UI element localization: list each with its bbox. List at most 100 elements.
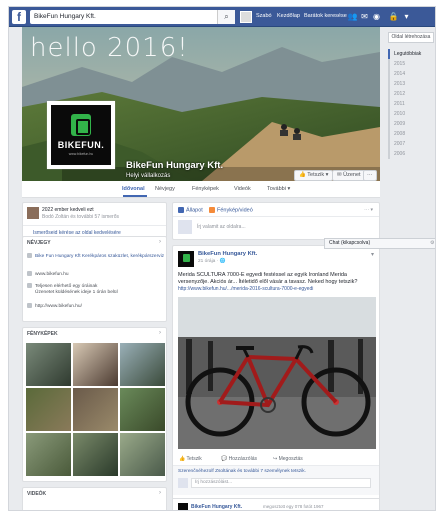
pencil-icon	[178, 207, 184, 213]
photo-thumbnail[interactable]	[120, 343, 165, 386]
post-author-avatar[interactable]	[178, 251, 194, 267]
post-footer: Szerenčnéhezolf Zsoltának és további 7 s…	[173, 465, 379, 495]
share-action[interactable]: ↪ Megosztás	[273, 456, 303, 462]
home-link[interactable]: Kezdőlap	[277, 13, 300, 19]
comment-input[interactable]: Írj hozzászólást...	[191, 478, 371, 488]
year-item[interactable]: 2006	[390, 149, 434, 159]
message-button[interactable]: ✉ Üzenet	[332, 170, 366, 181]
tab-timeline[interactable]: Idővonal	[122, 186, 145, 192]
year-item[interactable]: 2008	[390, 129, 434, 139]
top-navigation-bar: f BikeFun Hungary Kft. ⌕ Szabó Kezdőlap …	[9, 7, 435, 27]
year-item[interactable]: 2013	[390, 79, 434, 89]
likes-friends[interactable]: Bodó Zoltán és további 57 ismerős	[42, 214, 119, 220]
next-post-author[interactable]: BikeFun Hungary Kft.	[191, 504, 242, 510]
like-label: Tetszik	[307, 172, 325, 178]
photos-title: FÉNYKÉPEK	[27, 331, 58, 337]
tab-more-label: További	[267, 186, 286, 192]
info-icon	[27, 253, 32, 258]
chat-bar[interactable]: Chat (kikapcsolva) ⚙ ⊟	[324, 238, 435, 249]
photos-card: FÉNYKÉPEK ›	[22, 327, 167, 482]
chat-settings-icon[interactable]: ⚙ ⊟	[430, 239, 435, 248]
next-post-meta: megosztott egy 078 fotót 1967	[263, 504, 324, 509]
likes-summary[interactable]: Szerenčnéhezolf Zsoltának és további 7 s…	[178, 469, 306, 474]
comment-action[interactable]: 💬 Hozzászólás	[221, 456, 257, 462]
profile-link[interactable]: Szabó	[256, 13, 272, 19]
cover-headline: hello 2016!	[30, 33, 189, 63]
message-label: Üzenet	[343, 172, 361, 178]
options-icon[interactable]: ⋯ ▾	[364, 207, 373, 213]
tab-photos[interactable]: Fényképek	[192, 186, 219, 192]
photo-thumbnail[interactable]	[26, 388, 71, 431]
friend-requests-icon[interactable]: 👥	[347, 11, 358, 22]
year-item[interactable]: Legutóbbiak	[388, 49, 434, 59]
chevron-right-icon[interactable]: ›	[159, 330, 161, 336]
page-tabs: Idővonal Névjegy Fényképek Videók Tovább…	[22, 181, 380, 198]
post-link[interactable]: http://www.bikefun.hu/.../merida-2016-sc…	[178, 286, 376, 292]
more-button[interactable]: ···	[363, 170, 377, 181]
messages-icon[interactable]: ✉	[359, 11, 370, 22]
privacy-icon[interactable]: 🔒	[388, 11, 399, 22]
page-name[interactable]: BikeFun Hungary Kft.	[126, 160, 223, 171]
menu-icon[interactable]: ▾	[401, 11, 412, 22]
tab-videos[interactable]: Videók	[234, 186, 251, 192]
timeline-navigation: Oldal létrehozása Legutóbbiak 2015 2014 …	[383, 27, 435, 510]
find-friends-link[interactable]: Barátok keresése	[304, 13, 347, 19]
like-button[interactable]: 👍 Tetszik ▾	[294, 170, 334, 181]
post-author[interactable]: BikeFun Hungary Kft.	[198, 251, 257, 257]
chevron-down-icon[interactable]: ▾	[371, 251, 374, 258]
divider	[173, 498, 379, 499]
commenter-avatar	[178, 478, 188, 488]
timeline-post: BikeFun Hungary Kft. 21 órája · 🌐 ▾ Meri…	[172, 245, 380, 510]
browser-window: f BikeFun Hungary Kft. ⌕ Szabó Kezdőlap …	[8, 6, 436, 511]
post-timestamp[interactable]: 21 órája · 🌐	[198, 259, 226, 264]
year-item[interactable]: 2007	[390, 139, 434, 149]
profile-picture[interactable]: BIKEFUN. www.bikefun.hu	[47, 101, 115, 169]
tab-about[interactable]: Névjegy	[155, 186, 175, 192]
logo-tagline: www.bikefun.hu	[68, 152, 94, 156]
photo-thumbnail[interactable]	[120, 433, 165, 476]
likes-count: 2022 ember kedveli ezt	[42, 207, 94, 213]
year-item[interactable]: 2010	[390, 109, 434, 119]
photo-thumbnail[interactable]	[73, 433, 118, 476]
search-input[interactable]: BikeFun Hungary Kft.	[30, 10, 235, 24]
photo-video-tab[interactable]: Fénykép/videó	[209, 207, 253, 213]
notifications-icon[interactable]: ◉	[371, 11, 382, 22]
logo-wordmark: BIKEFUN.	[57, 140, 105, 150]
create-page-button[interactable]: Oldal létrehozása	[388, 32, 434, 43]
composer-input[interactable]: Írj valamit az oldalra...	[197, 224, 246, 230]
facebook-logo-icon[interactable]: f	[12, 10, 26, 24]
bike-photo	[178, 297, 376, 449]
about-title: NÉVJEGY	[27, 240, 51, 246]
bikefun-logo-mark-icon	[71, 114, 91, 136]
about-description: Bike Fun Hungary Kft Kerékpáros szaküzle…	[27, 253, 164, 260]
year-item[interactable]: 2009	[390, 119, 434, 129]
bikefun-logo: BIKEFUN. www.bikefun.hu	[51, 105, 111, 165]
chevron-right-icon[interactable]: ›	[159, 490, 161, 496]
globe-icon	[27, 271, 32, 276]
about-responsiveness: Teljesen elérhető egy óráinak	[27, 283, 97, 290]
next-post-avatar[interactable]	[178, 503, 188, 510]
photo-thumbnail[interactable]	[120, 388, 165, 431]
year-item[interactable]: 2014	[390, 69, 434, 79]
photo-thumbnail[interactable]	[26, 343, 71, 386]
post-text: Merida SCULTURA 7000-E egyedi festéssel …	[178, 272, 358, 285]
search-icon[interactable]: ⌕	[217, 10, 235, 24]
friend-avatar	[27, 207, 39, 219]
chevron-right-icon[interactable]: ›	[159, 239, 161, 245]
year-item[interactable]: 2012	[390, 89, 434, 99]
about-link[interactable]: http://www.bikefun.hu/	[27, 303, 82, 310]
divider	[173, 216, 379, 217]
photo-thumbnail[interactable]	[73, 388, 118, 431]
status-tab[interactable]: Állapot	[178, 207, 203, 213]
page-category[interactable]: Helyi vállalkozás	[126, 173, 170, 179]
about-website[interactable]: www.bikefun.hu	[27, 271, 69, 278]
year-item[interactable]: 2011	[390, 99, 434, 109]
year-item[interactable]: 2015	[390, 59, 434, 69]
page-avatar	[178, 220, 192, 234]
photo-thumbnail[interactable]	[26, 433, 71, 476]
post-photo-bike[interactable]	[178, 297, 376, 449]
like-action[interactable]: 👍 Tetszik	[179, 456, 202, 462]
photo-thumbnail[interactable]	[73, 343, 118, 386]
profile-avatar[interactable]	[240, 11, 252, 23]
tab-more[interactable]: További ▾	[267, 186, 290, 192]
